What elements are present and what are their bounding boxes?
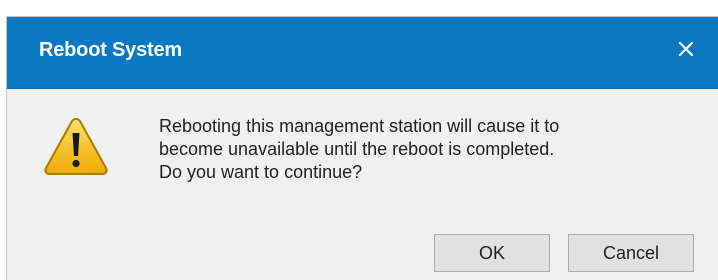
message-line: Rebooting this management station will c… <box>159 116 560 136</box>
cancel-button[interactable]: Cancel <box>568 234 694 272</box>
message-line: become unavailable until the reboot is c… <box>159 139 555 159</box>
dialog-message: Rebooting this management station will c… <box>159 115 679 184</box>
ok-button[interactable]: OK <box>434 234 550 272</box>
dialog-titlebar: Reboot System <box>7 17 718 89</box>
close-button[interactable] <box>674 37 698 61</box>
reboot-dialog: Reboot System Rebooting this management … <box>6 16 718 280</box>
warning-icon <box>44 117 108 175</box>
dialog-title: Reboot System <box>39 39 182 61</box>
message-line: Do you want to continue? <box>159 162 363 182</box>
close-icon <box>678 41 694 57</box>
